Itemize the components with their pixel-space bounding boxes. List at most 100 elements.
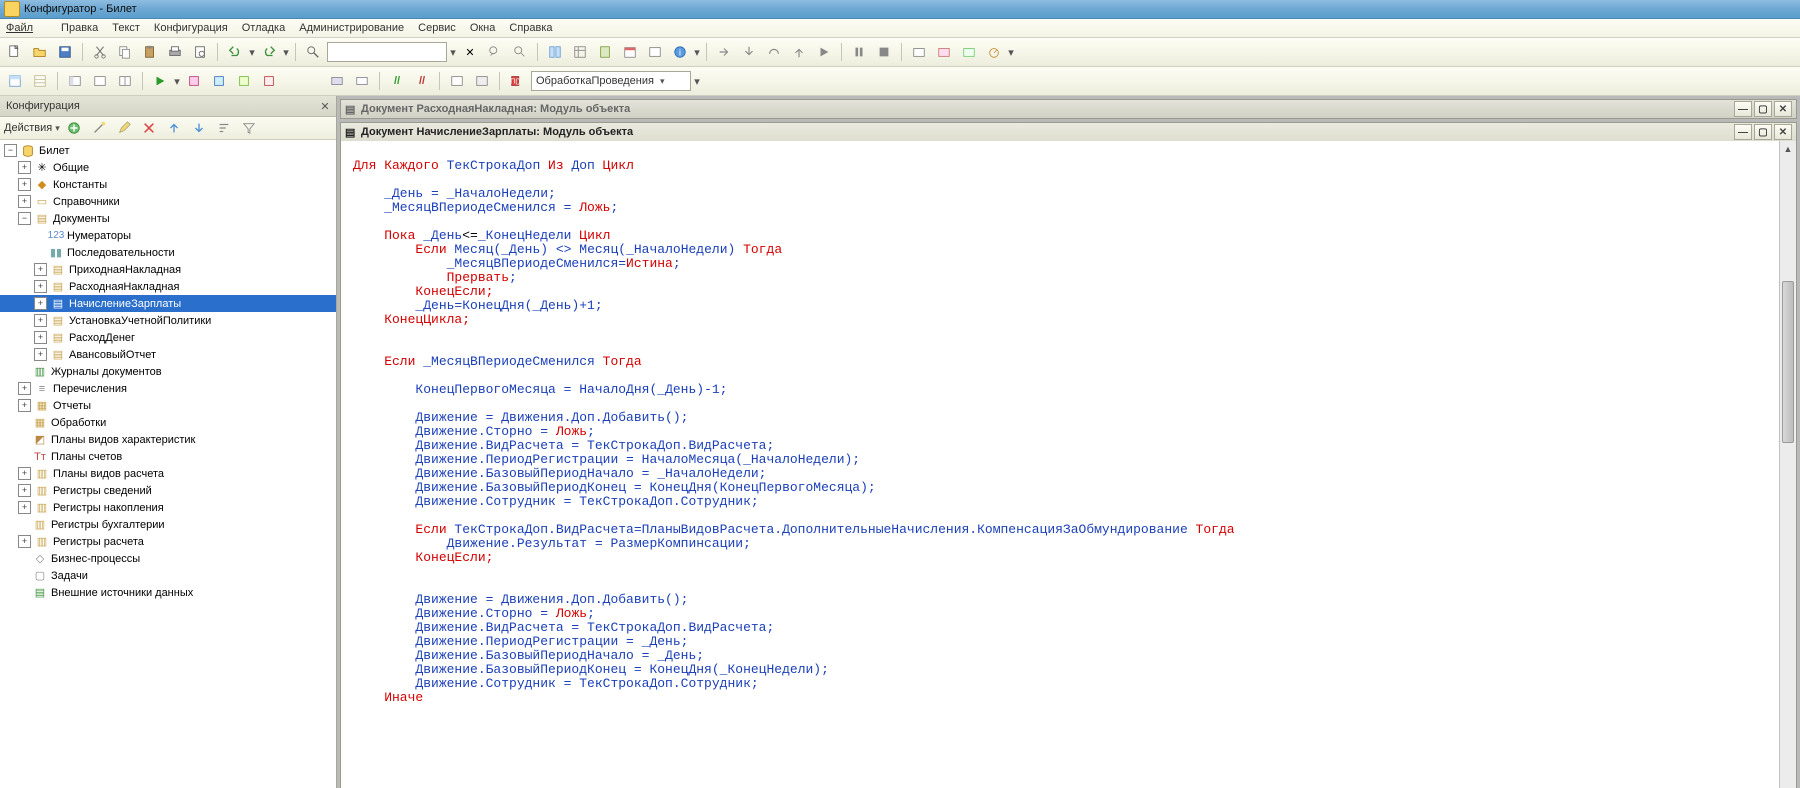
toolbar-button[interactable] [326,70,348,92]
toolbar-button[interactable] [351,70,373,92]
tree-doc-avans[interactable]: +▤АвансовыйОтчет [0,346,336,363]
toolbar-button[interactable] [908,41,930,63]
find-next-button[interactable] [509,41,531,63]
vertical-scrollbar[interactable]: ▲ ▼ [1779,141,1796,788]
save-button[interactable] [54,41,76,63]
tree-doc-rashodnaya[interactable]: +▤РасходнаяНакладная [0,278,336,295]
scroll-thumb[interactable] [1782,281,1794,443]
tree-accplans[interactable]: ТтПланы счетов [0,448,336,465]
inactive-editor-window[interactable]: ▤ Документ РасходнаяНакладная: Модуль об… [340,99,1797,119]
print-preview-button[interactable] [189,41,211,63]
debug-pause-button[interactable] [848,41,870,63]
toolbar-button[interactable] [4,70,26,92]
tree-root[interactable]: −Билет [0,142,336,159]
tree-regbuh[interactable]: ▥Регистры бухгалтерии [0,516,336,533]
uncomment-button[interactable]: // [411,70,433,92]
tree-references[interactable]: +▭Справочники [0,193,336,210]
wand-button[interactable] [88,117,110,139]
toolbar-button[interactable] [644,41,666,63]
run-button[interactable] [149,70,171,92]
tree-enum[interactable]: +≡Перечисления [0,380,336,397]
menu-admin[interactable]: Администрирование [299,22,404,34]
move-down-button[interactable] [188,117,210,139]
procedure-combo[interactable]: ОбработкаПроведения ▾ [531,71,691,91]
comment-button[interactable]: // [386,70,408,92]
new-button[interactable] [4,41,26,63]
debug-run-button[interactable] [813,41,835,63]
config-tree[interactable]: −Билет +✳Общие +◆Константы +▭Справочники… [0,140,336,788]
close-button[interactable]: ✕ [1774,101,1792,117]
menu-windows[interactable]: Окна [470,22,496,34]
tree-regcalc[interactable]: +▥Регистры расчета [0,533,336,550]
find-clear-button[interactable]: ✕ [459,41,481,63]
calendar-button[interactable] [619,41,641,63]
tree-charplans[interactable]: ◩Планы видов характеристик [0,431,336,448]
performance-dropdown[interactable]: ▾ [1008,42,1014,62]
help-button[interactable]: i [669,41,691,63]
find-input[interactable] [327,42,447,62]
inactive-window-header[interactable]: ▤ Документ РасходнаяНакладная: Модуль об… [341,100,1796,118]
close-button[interactable]: ✕ [1774,124,1792,140]
actions-menu[interactable]: Действия [4,122,52,134]
toolbar-button[interactable] [471,70,493,92]
tree-reginfo[interactable]: +▥Регистры сведений [0,482,336,499]
maximize-button[interactable]: ▢ [1754,101,1772,117]
toolbar-button[interactable] [958,41,980,63]
copy-button[interactable] [114,41,136,63]
menu-service[interactable]: Сервис [418,22,456,34]
tree-common[interactable]: +✳Общие [0,159,336,176]
paste-button[interactable] [139,41,161,63]
tree-sequences[interactable]: ▮▮Последовательности [0,244,336,261]
active-window-header[interactable]: ▤ Документ НачислениеЗарплаты: Модуль об… [341,123,1796,141]
tree-doc-prihodnaya[interactable]: +▤ПриходнаяНакладная [0,261,336,278]
delete-button[interactable] [138,117,160,139]
undo-button[interactable] [224,41,246,63]
tree-regaccum[interactable]: +▥Регистры накопления [0,499,336,516]
cut-button[interactable] [89,41,111,63]
tree-tasks[interactable]: ▢Задачи [0,567,336,584]
toolbar-button[interactable] [446,70,468,92]
maximize-button[interactable]: ▢ [1754,124,1772,140]
redo-button[interactable] [258,41,280,63]
debug-step-button[interactable] [713,41,735,63]
debug-step-over-button[interactable] [763,41,785,63]
tree-doc-nachislenie[interactable]: +▤НачислениеЗарплаты [0,295,336,312]
toolbar-button[interactable] [258,70,280,92]
edit-button[interactable] [113,117,135,139]
toolbar-button[interactable] [569,41,591,63]
tree-calcplans[interactable]: +▥Планы видов расчета [0,465,336,482]
go-to-proc-button[interactable]: П() [506,70,528,92]
toolbar-button[interactable] [183,70,205,92]
tree-doc-rashoddeneg[interactable]: +▤РасходДенег [0,329,336,346]
minimize-button[interactable]: — [1734,124,1752,140]
calculator-button[interactable] [594,41,616,63]
tree-documents[interactable]: −▤Документы [0,210,336,227]
toolbar-button[interactable] [64,70,86,92]
move-up-button[interactable] [163,117,185,139]
code-content[interactable]: Для Каждого ТекСтрокаДоп Из Доп Цикл _Де… [341,141,1796,725]
menu-file[interactable]: Файл [6,22,47,34]
debug-step-out-button[interactable] [788,41,810,63]
tree-reports[interactable]: +▦Отчеты [0,397,336,414]
menu-text[interactable]: Текст [112,22,140,34]
toolbar-button[interactable] [544,41,566,63]
combo-extra-dropdown[interactable]: ▾ [694,71,700,91]
toolbar-button[interactable] [114,70,136,92]
scroll-up-icon[interactable]: ▲ [1780,141,1796,157]
tree-doc-ustanovka[interactable]: +▤УстановкаУчетнойПолитики [0,312,336,329]
debug-step-into-button[interactable] [738,41,760,63]
add-button[interactable] [63,117,85,139]
code-editor[interactable]: Для Каждого ТекСтрокаДоп Из Доп Цикл _Де… [341,141,1796,788]
tree-processing[interactable]: ▦Обработки [0,414,336,431]
find-prev-button[interactable] [484,41,506,63]
find-button[interactable] [302,41,324,63]
tree-constants[interactable]: +◆Константы [0,176,336,193]
menu-debug[interactable]: Отладка [242,22,285,34]
menu-edit[interactable]: Правка [61,22,98,34]
toolbar-button[interactable] [933,41,955,63]
debug-stop-button[interactable] [873,41,895,63]
tree-extdata[interactable]: ▤Внешние источники данных [0,584,336,601]
find-dropdown[interactable]: ▾ [450,42,456,62]
open-button[interactable] [29,41,51,63]
run-dropdown[interactable]: ▾ [174,71,180,91]
